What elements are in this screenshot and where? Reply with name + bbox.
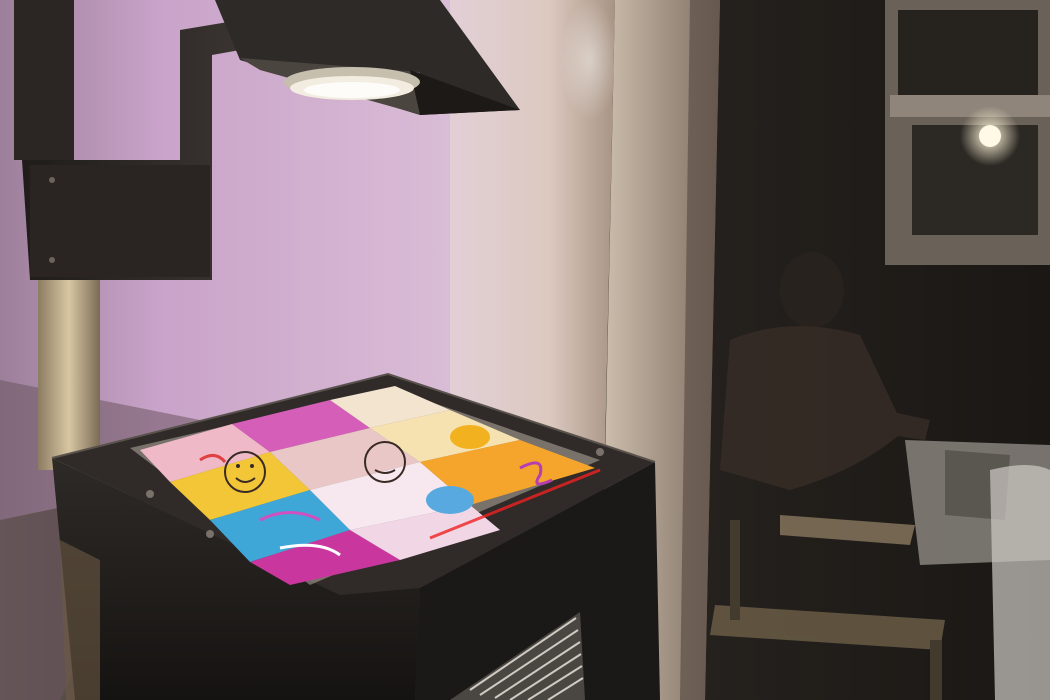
light-beam (560, 0, 620, 120)
projector-pole (38, 270, 100, 470)
projector-lens-icon (284, 67, 420, 100)
photo-scene (0, 0, 1050, 700)
